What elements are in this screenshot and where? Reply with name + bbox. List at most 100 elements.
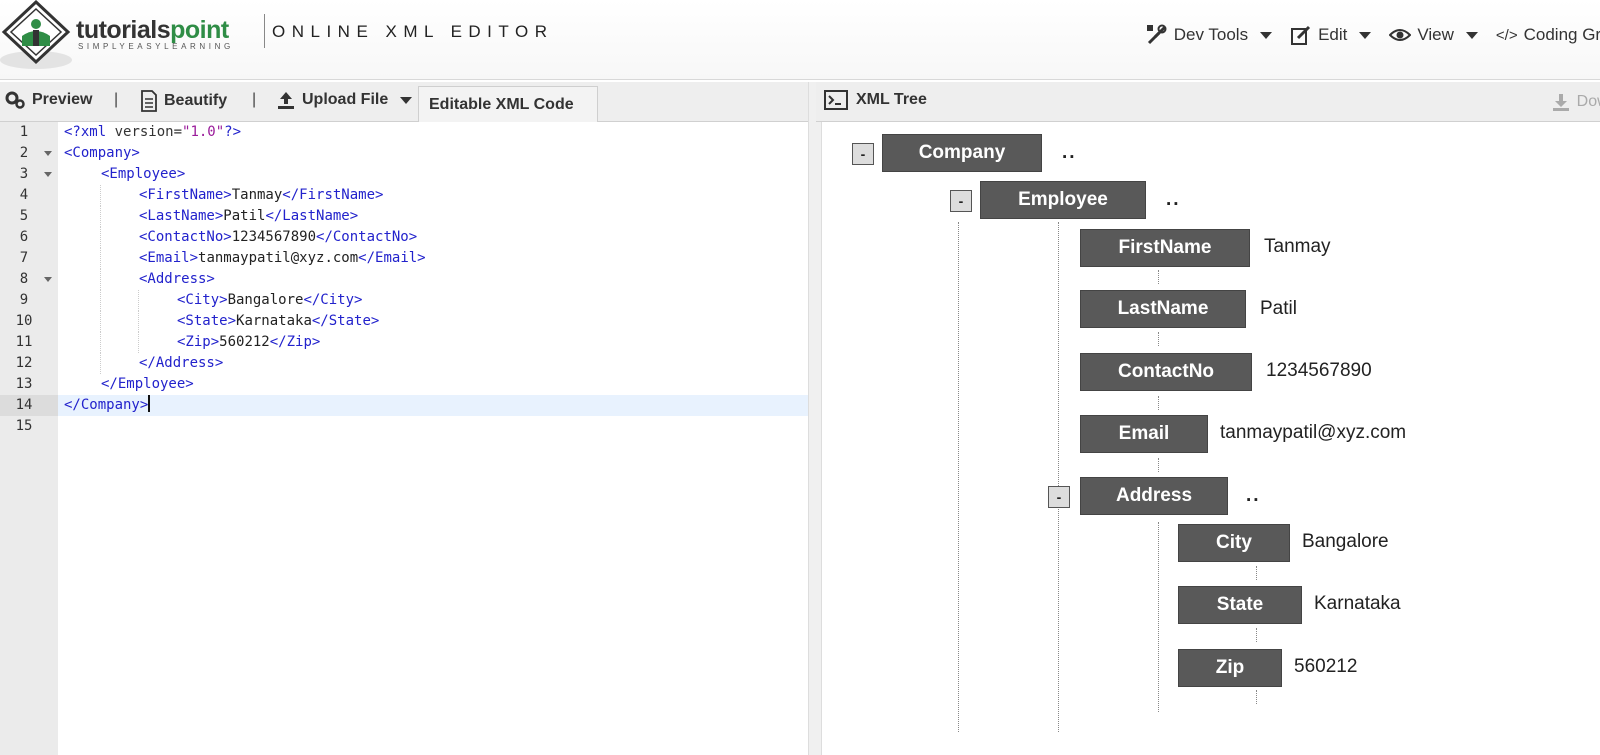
tree-connector: [1256, 628, 1257, 642]
collapse-employee-toggle[interactable]: -: [950, 190, 972, 212]
tree-node-zip[interactable]: Zip: [1178, 649, 1282, 687]
collapse-address-toggle[interactable]: -: [1048, 486, 1070, 508]
collapsed-ellipsis: ..: [1062, 142, 1077, 163]
tree-node-employee[interactable]: Employee: [980, 181, 1146, 219]
line-number: 14: [0, 395, 58, 416]
tree-connector: [1256, 566, 1257, 580]
download-icon: [1552, 94, 1569, 111]
header-divider: [264, 14, 265, 48]
collapsed-ellipsis: ..: [1166, 189, 1181, 210]
collapsed-ellipsis: ..: [1246, 485, 1261, 506]
download-label: Downlo: [1576, 93, 1600, 110]
upload-file-button[interactable]: Upload File: [276, 90, 413, 110]
tree-node-value: 1234567890: [1266, 360, 1372, 381]
toolbar-separator: |: [252, 91, 257, 108]
code-line: 4 <FirstName>Tanmay</FirstName>: [0, 185, 808, 206]
line-number: 4: [19, 187, 29, 203]
nav-label: Coding Grou: [1523, 25, 1600, 44]
code-line: 8 <Address>: [0, 269, 808, 290]
edit-icon: [1291, 25, 1311, 45]
tab-editable-xml-code[interactable]: Editable XML Code: [418, 86, 598, 122]
terminal-icon: [824, 90, 848, 110]
xml-code-editor[interactable]: 1 <?xml version="1.0"?> 2 <Company> 3 <Empl…: [0, 122, 808, 755]
site-header: tutorialspoint SIMPLYEASYLEARNING ONLINE…: [0, 0, 1600, 80]
gears-icon: [5, 91, 25, 109]
nav-edit[interactable]: Edit: [1290, 24, 1372, 46]
tools-icon: [1146, 24, 1167, 45]
nav-label: View: [1417, 25, 1454, 44]
preview-label: Preview: [32, 91, 93, 108]
tree-node-value: Karnataka: [1314, 593, 1401, 614]
tree-node-lastname[interactable]: LastName: [1080, 290, 1246, 328]
tree-node-state[interactable]: State: [1178, 586, 1302, 624]
code-line: 5 <LastName>Patil</LastName>: [0, 206, 808, 227]
fold-arrow-icon[interactable]: [44, 151, 52, 156]
panel-splitter[interactable]: [808, 82, 822, 755]
tree-node-value: Bangalore: [1302, 531, 1389, 552]
collapse-company-toggle[interactable]: -: [852, 143, 874, 165]
code-line: 3 <Employee>: [0, 164, 808, 185]
tutorialspoint-logo[interactable]: tutorialspoint SIMPLYEASYLEARNING: [0, 0, 260, 72]
tree-panel-title: XML Tree: [824, 90, 927, 110]
tree-connector: [1158, 396, 1159, 410]
code-area[interactable]: 1 <?xml version="1.0"?> 2 <Company> 3 <Empl…: [0, 122, 808, 437]
tree-connector: [1158, 270, 1159, 284]
code-line: 11 <Zip>560212</Zip>: [0, 332, 808, 353]
text-cursor: [148, 395, 151, 412]
xml-tree-view: - Company .. - Employee .. FirstName Tan…: [822, 122, 1600, 755]
fold-arrow-icon[interactable]: [44, 172, 52, 177]
upload-icon: [278, 92, 294, 109]
line-number: 1: [19, 124, 29, 140]
logo-wordmark: tutorialspoint: [76, 16, 229, 44]
code-line: 15: [0, 416, 808, 437]
nav-dev-tools[interactable]: Dev Tools: [1146, 24, 1273, 46]
nav-label: Edit: [1318, 25, 1348, 44]
nav-label: Dev Tools: [1173, 25, 1249, 44]
line-number: 5: [19, 208, 29, 224]
code-line: 1 <?xml version="1.0"?>: [0, 122, 808, 143]
line-number: 10: [15, 313, 33, 329]
code-line: 2 <Company>: [0, 143, 808, 164]
beautify-label: Beautify: [164, 92, 228, 109]
tree-connector: [1158, 522, 1159, 712]
tree-node-city[interactable]: City: [1178, 524, 1290, 562]
tree-node-address[interactable]: Address: [1080, 477, 1228, 515]
tree-node-email[interactable]: Email: [1080, 415, 1208, 453]
tree-node-value: Patil: [1260, 298, 1297, 319]
code-icon: </>: [1495, 26, 1518, 44]
line-number: 6: [19, 229, 29, 245]
fold-arrow-icon[interactable]: [44, 277, 52, 282]
tree-node-value: tanmaypatil@xyz.com: [1220, 422, 1407, 443]
line-number: 12: [15, 355, 33, 371]
nav-coding-ground[interactable]: </> Coding Grou: [1496, 25, 1600, 45]
download-button[interactable]: Downlo: [1551, 92, 1600, 112]
tree-connector: [1256, 690, 1257, 704]
tree-title-label: XML Tree: [856, 91, 927, 108]
document-icon: [141, 90, 157, 112]
page-title: ONLINE XML EDITOR: [272, 22, 554, 41]
code-line: 10 <State>Karnataka</State>: [0, 311, 808, 332]
line-number: 15: [15, 418, 33, 434]
line-number: 9: [19, 292, 29, 308]
code-line: 6 <ContactNo>1234567890</ContactNo>: [0, 227, 808, 248]
code-line: 13 </Employee>: [0, 374, 808, 395]
tree-node-firstname[interactable]: FirstName: [1080, 229, 1250, 267]
eye-icon: [1389, 29, 1412, 41]
tree-node-company[interactable]: Company: [882, 134, 1042, 172]
line-number: 11: [15, 334, 33, 350]
tree-node-contactno[interactable]: ContactNo: [1080, 353, 1252, 391]
beautify-button[interactable]: Beautify: [140, 90, 227, 112]
tree-connector: [1158, 332, 1159, 346]
toolbar-separator: |: [114, 91, 119, 108]
tree-toolbar: XML Tree Downlo: [816, 82, 1600, 122]
tree-connector: [958, 222, 959, 732]
logo-emblem-icon: [0, 0, 72, 69]
nav-view[interactable]: View: [1389, 25, 1478, 45]
editor-toolbar: Preview | Beautify | Upload File Editabl…: [0, 82, 808, 122]
tree-connector: [1158, 458, 1159, 472]
code-line: 12 </Address>: [0, 353, 808, 374]
top-nav: Dev Tools Edit View </> Coding Grou: [1146, 22, 1600, 48]
logo-tagline: SIMPLYEASYLEARNING: [78, 42, 234, 51]
line-number: 13: [15, 376, 33, 392]
preview-button[interactable]: Preview: [4, 90, 92, 110]
